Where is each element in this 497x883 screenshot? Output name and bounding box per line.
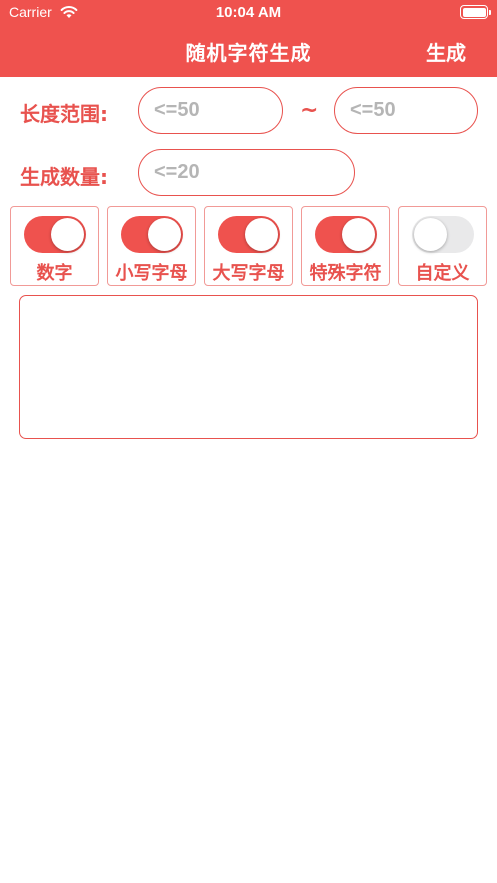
toggle-lowercase: 小写字母 [107, 206, 196, 286]
digits-switch[interactable] [24, 216, 86, 253]
battery-icon [460, 5, 491, 19]
uppercase-switch[interactable] [218, 216, 280, 253]
custom-switch[interactable] [412, 216, 474, 253]
count-input[interactable] [154, 161, 354, 184]
lowercase-switch[interactable] [121, 216, 183, 253]
output-text-area[interactable] [19, 295, 478, 439]
count-label: 生成数量: [20, 165, 108, 189]
status-bar: Carrier 10:04 AM [0, 0, 497, 26]
toggle-label: 数字 [36, 263, 73, 284]
toggle-special: 特殊字符 [301, 206, 390, 286]
length-max-input[interactable] [350, 99, 477, 122]
length-min-input[interactable] [154, 99, 282, 122]
special-switch[interactable] [315, 216, 377, 253]
toggle-custom: 自定义 [398, 206, 487, 286]
clock: 10:04 AM [215, 4, 282, 21]
length-min-field [138, 87, 283, 134]
toggle-label: 小写字母 [115, 263, 188, 284]
generate-button[interactable]: 生成 [426, 37, 466, 66]
nav-header: Carrier 10:04 AM 随机字符生成 生成 [0, 0, 497, 77]
toggle-uppercase: 大写字母 [204, 206, 293, 286]
length-range-label: 长度范围: [20, 102, 108, 126]
page-title: 随机字符生成 [185, 41, 312, 65]
count-field [138, 149, 355, 196]
range-separator: ~ [300, 98, 319, 123]
length-max-field [334, 87, 478, 134]
toggle-label: 特殊字符 [309, 263, 382, 284]
toggle-digits: 数字 [10, 206, 99, 286]
toggle-label: 大写字母 [212, 263, 285, 284]
toggle-label: 自定义 [415, 263, 470, 284]
